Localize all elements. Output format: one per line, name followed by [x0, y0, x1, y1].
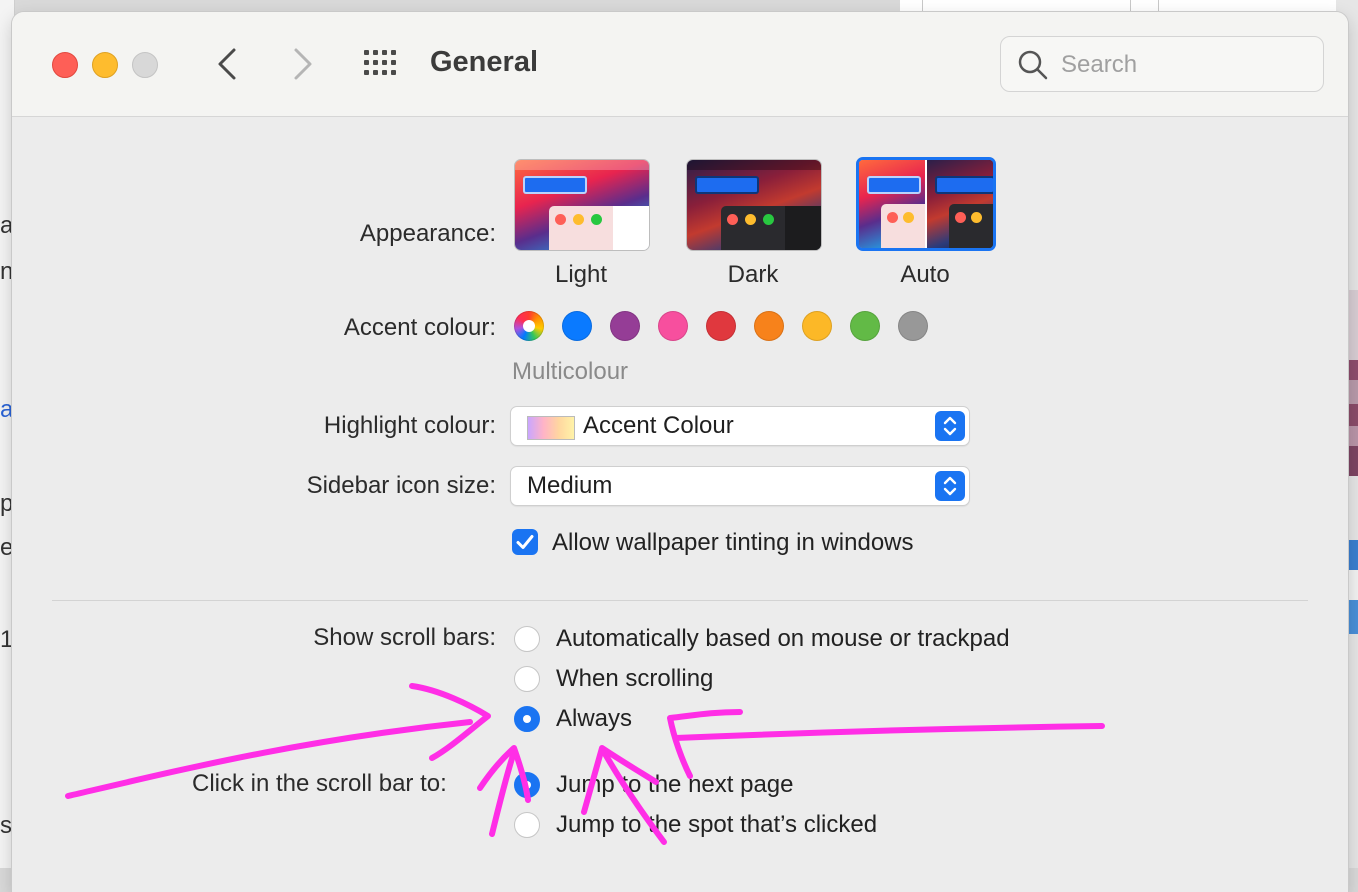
appearance-auto-thumbnail[interactable] — [856, 157, 996, 251]
accent-selected-caption: Multicolour — [512, 358, 629, 385]
sidebar-icon-size-label: Sidebar icon size: — [306, 472, 496, 499]
sidebar-icon-size-popup[interactable]: Medium — [510, 466, 970, 506]
scroll-bars-auto-label[interactable]: Automatically based on mouse or trackpad — [556, 625, 1010, 653]
click-next-page-radio[interactable] — [514, 772, 540, 798]
chevron-left-icon — [218, 48, 236, 80]
scroll-bars-when-scrolling-radio[interactable] — [514, 666, 540, 692]
toolbar: General — [12, 12, 1348, 117]
scroll-bars-always-label[interactable]: Always — [556, 705, 632, 733]
general-pane: Appearance: Light Dark Auto Accent colou… — [12, 117, 1348, 877]
highlight-colour-chip — [527, 416, 575, 440]
accent-multicolour-swatch[interactable] — [514, 311, 544, 341]
accent-pink-swatch[interactable] — [658, 311, 688, 341]
accent-orange-swatch[interactable] — [754, 311, 784, 341]
close-window-button[interactable] — [52, 52, 78, 78]
scroll-bars-always-radio[interactable] — [514, 706, 540, 732]
search-field[interactable] — [1000, 36, 1324, 92]
highlight-colour-popup[interactable]: Accent Colour — [510, 406, 970, 446]
accent-graphite-swatch[interactable] — [898, 311, 928, 341]
minimize-window-button[interactable] — [92, 52, 118, 78]
wallpaper-tinting-label[interactable]: Allow wallpaper tinting in windows — [552, 529, 914, 557]
checkmark-icon — [516, 535, 534, 549]
popup-stepper-icon — [935, 411, 965, 441]
show-all-button[interactable] — [362, 50, 402, 78]
accent-purple-swatch[interactable] — [610, 311, 640, 341]
accent-green-swatch[interactable] — [850, 311, 880, 341]
scroll-bars-auto-radio[interactable] — [514, 626, 540, 652]
accent-blue-swatch[interactable] — [562, 311, 592, 341]
highlight-colour-label: Highlight colour: — [323, 412, 496, 439]
accent-red-swatch[interactable] — [706, 311, 736, 341]
wallpaper-tinting-checkbox[interactable] — [512, 529, 538, 555]
appearance-light-label: Light — [554, 261, 608, 288]
sidebar-icon-size-value: Medium — [527, 472, 613, 499]
highlight-colour-value: Accent Colour — [583, 412, 734, 439]
zoom-window-button[interactable] — [132, 52, 158, 78]
appearance-dark-label: Dark — [727, 261, 779, 288]
scroll-bars-when-scrolling-label[interactable]: When scrolling — [556, 665, 713, 693]
click-spot-radio[interactable] — [514, 812, 540, 838]
popup-stepper-icon — [935, 471, 965, 501]
appearance-dark-thumbnail[interactable] — [686, 159, 822, 251]
click-spot-label[interactable]: Jump to the spot that’s clicked — [556, 811, 877, 839]
search-input[interactable] — [1059, 47, 1313, 83]
back-button[interactable] — [210, 42, 246, 86]
accent-yellow-swatch[interactable] — [802, 311, 832, 341]
show-scroll-bars-label: Show scroll bars: — [313, 624, 496, 651]
appearance-auto-label: Auto — [900, 261, 950, 288]
click-next-page-label[interactable]: Jump to the next page — [556, 771, 794, 799]
search-icon — [1018, 50, 1048, 80]
system-preferences-window: General Appearance: Light — [12, 12, 1348, 892]
forward-button[interactable] — [284, 42, 320, 86]
appearance-label: Appearance: — [359, 220, 496, 247]
chevron-right-icon — [294, 48, 312, 80]
grid-icon — [364, 50, 396, 75]
accent-colour-label: Accent colour: — [343, 314, 496, 341]
window-title: General — [430, 46, 538, 78]
section-divider — [52, 600, 1308, 601]
click-scroll-bar-label: Click in the scroll bar to: — [192, 770, 447, 797]
appearance-light-thumbnail[interactable] — [514, 159, 650, 251]
